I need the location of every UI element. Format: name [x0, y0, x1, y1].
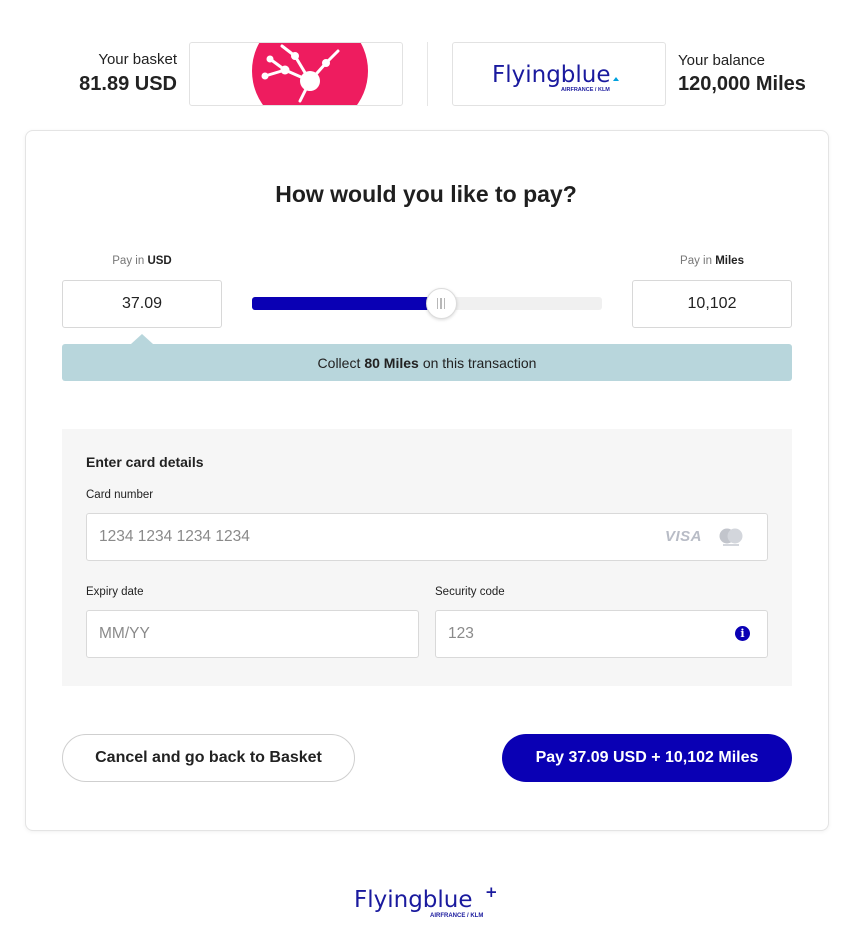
pay-usd-currency: USD [147, 255, 172, 267]
svg-text:AIRFRANCE / KLM: AIRFRANCE / KLM [430, 913, 483, 919]
collect-prefix: Collect [317, 354, 361, 371]
balance-value: 120,000 Miles [678, 73, 806, 95]
cancel-button[interactable]: Cancel and go back to Basket [62, 734, 355, 782]
page-title: How would you like to pay? [275, 181, 577, 207]
card-number-label: Card number [86, 489, 154, 501]
pay-miles-label: Pay in Miles [632, 255, 792, 267]
security-code-label: Security code [435, 586, 505, 598]
flyingblue-logo-icon: Flyingblue AIRFRANCE / KLM [492, 62, 619, 93]
collect-miles-banner: Collect 80 Miles on this transaction [62, 344, 792, 381]
split-slider-fill [252, 297, 441, 310]
security-code-input[interactable]: 123 [435, 610, 768, 658]
svg-text:Flyingblue: Flyingblue [492, 62, 611, 88]
collect-suffix: on this transaction [422, 354, 537, 371]
expiry-date-input[interactable]: MM/YY [86, 610, 419, 658]
balance-label: Your balance [678, 52, 766, 69]
svg-text:AIRFRANCE / KLM: AIRFRANCE / KLM [561, 87, 610, 93]
header-divider [427, 42, 428, 106]
pay-usd-prefix: Pay in [112, 255, 145, 267]
info-icon[interactable]: i [735, 626, 750, 641]
pay-usd-label: Pay in USD [62, 255, 222, 267]
svg-text:+: + [485, 883, 498, 901]
pay-miles-prefix: Pay in [680, 255, 712, 267]
pay-miles-currency: Miles [715, 255, 744, 267]
svg-text:Flyingblue: Flyingblue [354, 887, 473, 913]
usd-amount-field[interactable]: 37.09 [62, 280, 222, 328]
collect-miles-amount: 80 Miles [364, 354, 419, 371]
mastercard-icon [719, 528, 743, 546]
visa-icon: VISA [665, 528, 703, 545]
basket-total: 81.89 USD [79, 73, 177, 95]
expiry-date-label: Expiry date [86, 586, 144, 598]
card-details-title: Enter card details [86, 454, 204, 470]
split-slider-handle[interactable] [425, 288, 457, 319]
pay-button[interactable]: Pay 37.09 USD + 10,102 Miles [502, 734, 792, 782]
flyingblue-logo: Flyingblue AIRFRANCE / KLM [452, 42, 666, 106]
miles-amount-field[interactable]: 10,102 [632, 280, 792, 328]
basket-label: Your basket [98, 51, 177, 68]
flyingblue-plus-logo-icon: Flyingblue + AIRFRANCE / KLM [354, 883, 498, 919]
collect-banner-pointer [131, 334, 153, 344]
merchant-network-logo-icon [252, 43, 368, 105]
merchant-logo [189, 42, 403, 106]
